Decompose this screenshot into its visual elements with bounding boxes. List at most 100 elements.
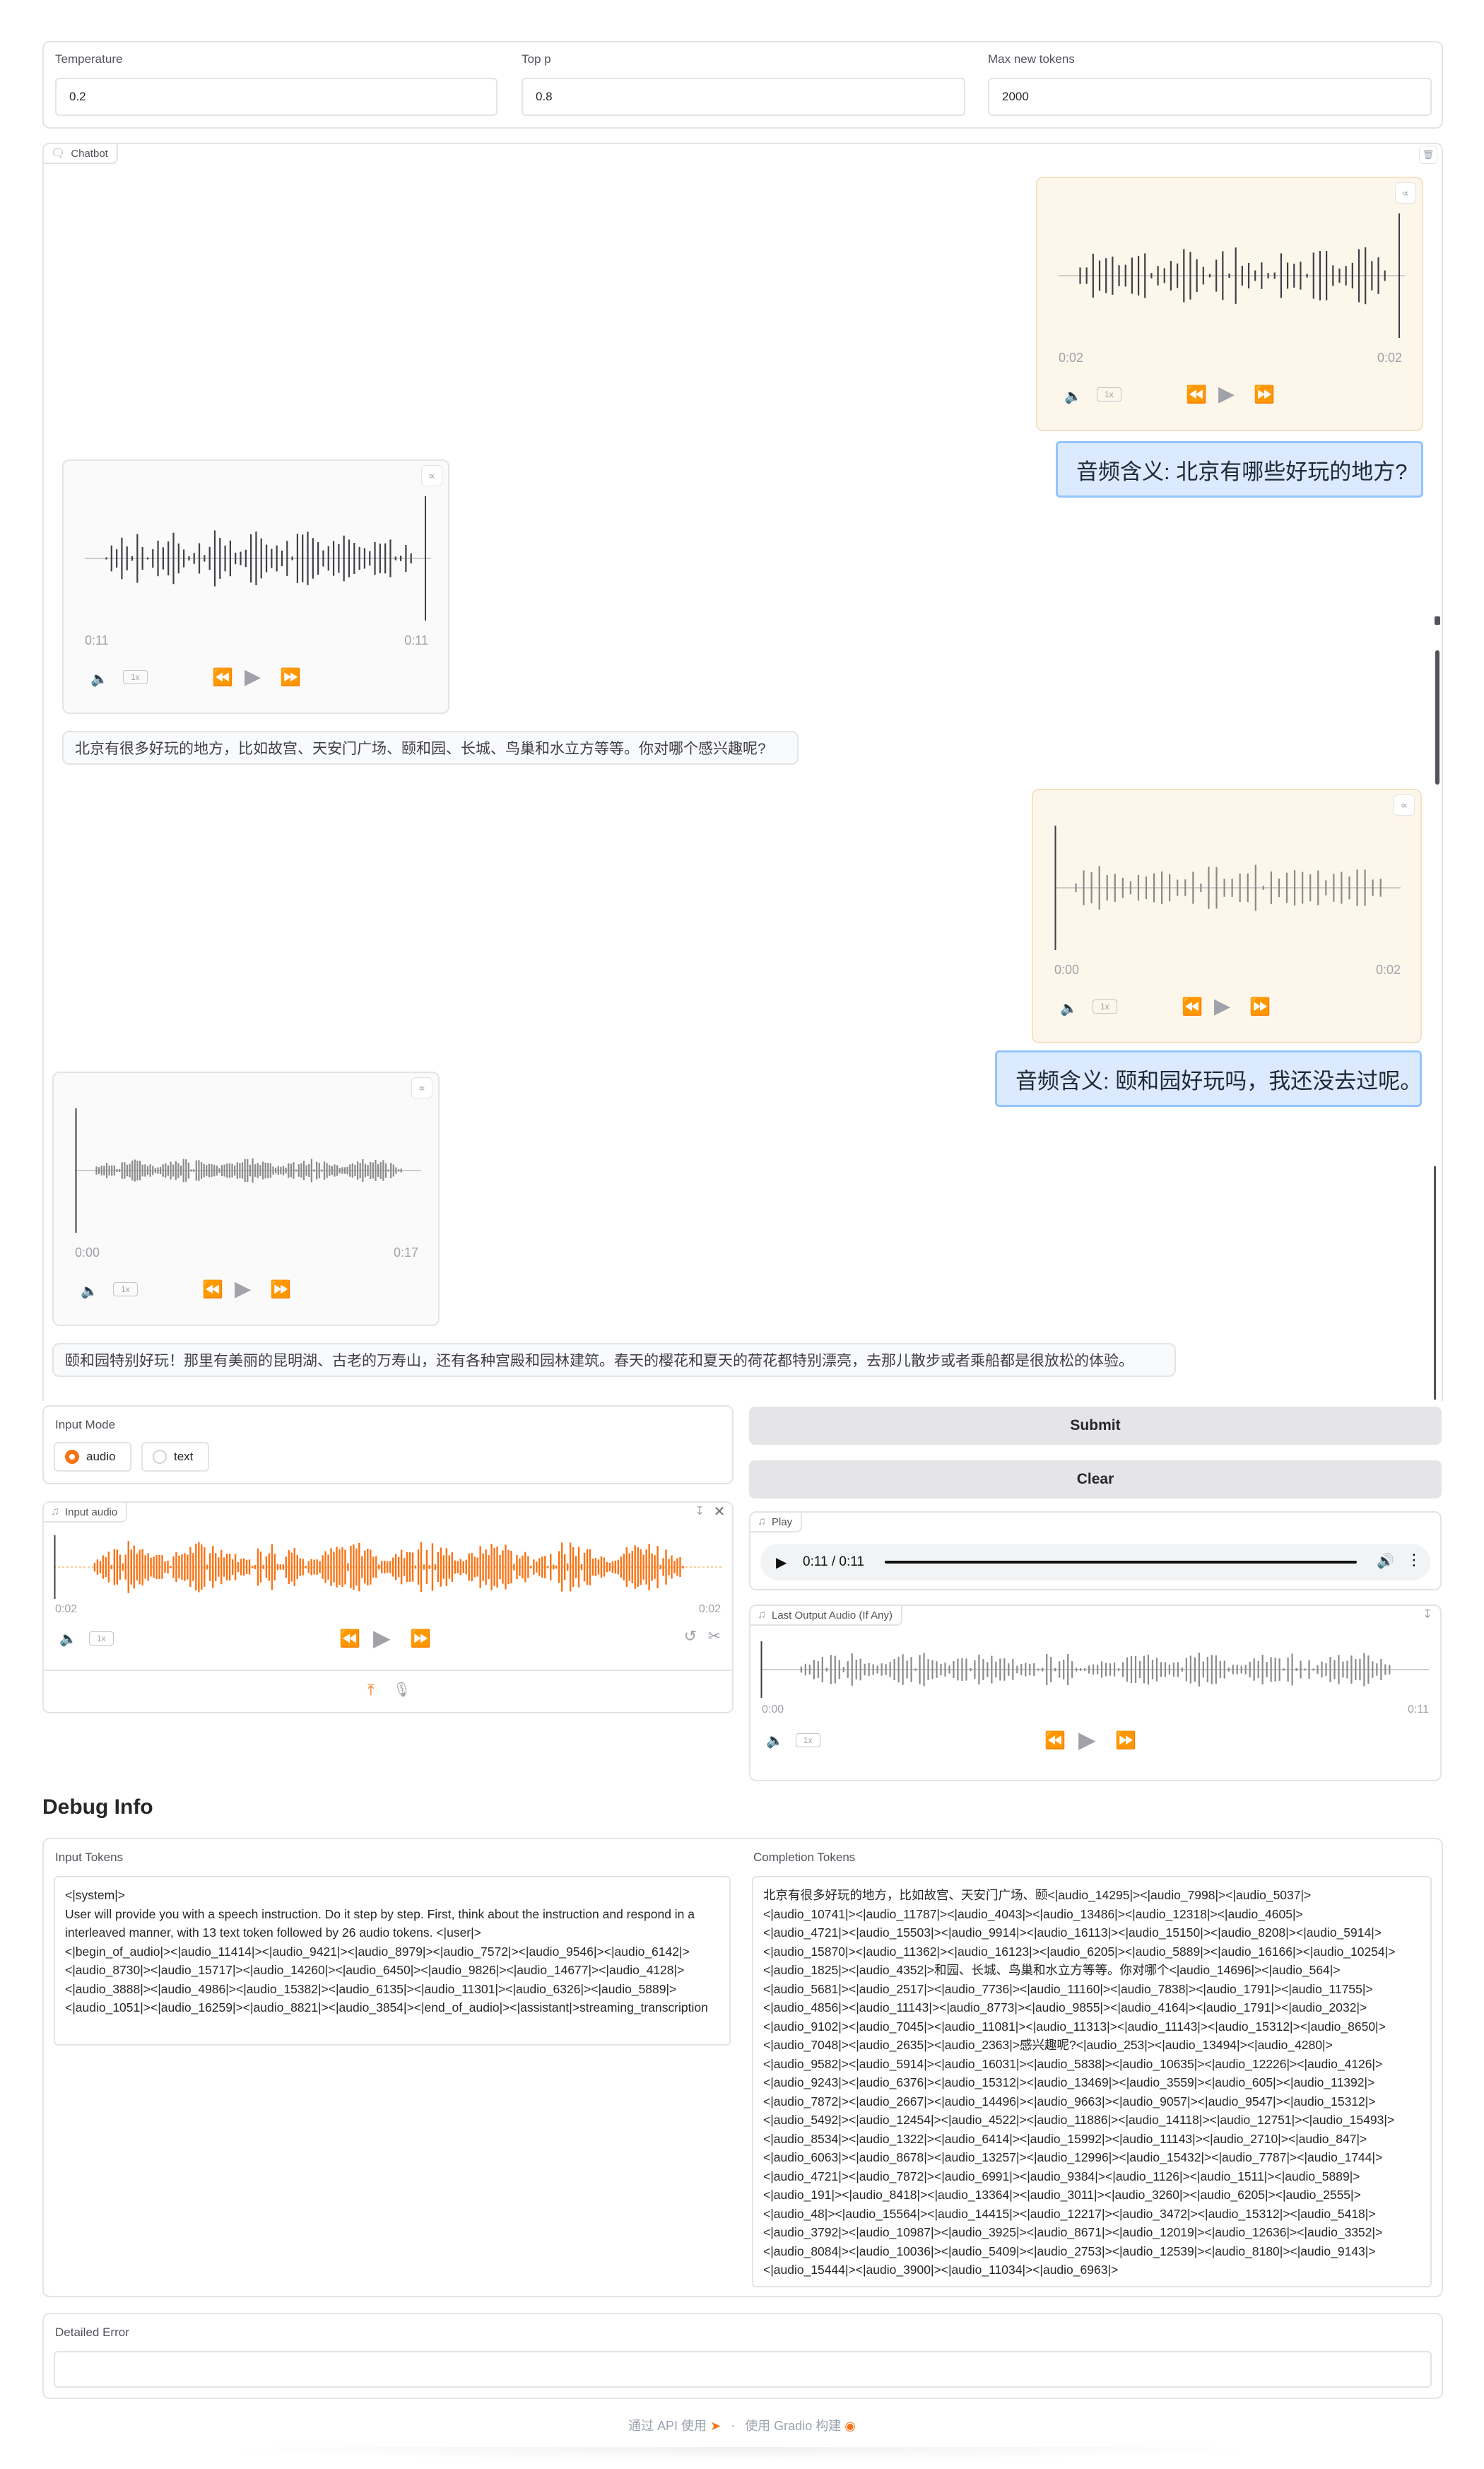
play-icon[interactable]: ▶ [235,1277,251,1301]
more-options-icon[interactable]: ⋮ [1406,1551,1422,1569]
waveform-bar [102,1555,105,1579]
seek-bar[interactable] [885,1561,1357,1564]
waveform-bar [1003,1658,1006,1681]
use-via-api-link[interactable]: 通过 API 使用 ➤ [628,2416,721,2434]
play-icon[interactable]: ▶ [1078,1726,1096,1753]
volume-icon[interactable]: 🔈 [59,1630,77,1648]
waveform-bar [1338,268,1341,283]
chat-scrollbar-thumb[interactable] [1435,650,1439,785]
forward-icon[interactable]: ⏩ [280,667,301,688]
speed-button[interactable]: 1x [1093,999,1117,1014]
upload-icon[interactable]: ⤒ [367,1681,375,1699]
waveform-bar [131,556,134,561]
time-start: 0:02 [55,1603,78,1615]
rewind-icon[interactable]: ⏪ [1186,385,1207,405]
rewind-icon[interactable]: ⏪ [202,1279,223,1300]
play-icon[interactable]: ▶ [373,1624,391,1651]
waveform-bar [204,555,206,562]
speed-button[interactable]: 1x [113,1282,138,1296]
waveform-bar [1008,1663,1010,1676]
waveform-bar [113,1165,115,1176]
undo-icon[interactable]: ↺ [684,1627,697,1646]
audio-player[interactable]: ▶ 0:11 / 0:11 🔊 ⋮ [760,1544,1430,1580]
waveform-bar [99,1561,102,1573]
volume-icon[interactable]: 🔈 [766,1732,784,1749]
waveform-bar [260,538,262,579]
radio-audio[interactable]: audio [54,1442,131,1472]
input-tokens-field[interactable]: <|system|> User will provide you with a … [54,1876,731,2046]
share-icon[interactable]: ∝ [411,1077,432,1098]
waveform-bar [572,1547,575,1588]
share-icon[interactable]: ∝ [421,465,442,486]
rewind-icon[interactable]: ⏪ [1044,1730,1066,1751]
scissors-icon[interactable]: ✂ [708,1627,721,1646]
built-with-gradio-link[interactable]: 使用 Gradio 构建 ◉ [745,2416,856,2434]
download-icon[interactable]: ↧ [691,1504,708,1521]
waveform-bar [1202,1661,1204,1678]
forward-icon[interactable]: ⏩ [1249,997,1271,1017]
microphone-icon[interactable]: 🎙 [393,1681,411,1699]
waveform-bar [310,1559,312,1576]
waveform-bar [276,1564,279,1571]
rewind-icon[interactable]: ⏪ [212,667,233,688]
assistant-audio-message-1: ∝ 0:11 0:11 🔈 1x ⏪ ▶ ⏩ [62,459,449,714]
forward-icon[interactable]: ⏩ [270,1279,291,1300]
completion-tokens-label: Completion Tokens [753,1851,856,1864]
temperature-input[interactable]: 0.2 [55,78,497,116]
waveform-bar [285,1167,287,1174]
waveform-bar [157,1167,159,1174]
forward-icon[interactable]: ⏩ [410,1629,431,1649]
clear-button[interactable]: Clear [749,1460,1442,1499]
play-icon[interactable]: ▶ [776,1554,787,1571]
submit-button[interactable]: Submit [749,1407,1442,1445]
share-icon[interactable]: ∝ [1395,182,1416,204]
volume-icon[interactable]: 🔈 [1064,387,1082,405]
waveform-bar [648,1544,650,1590]
waveform-bar [617,1559,620,1575]
max-new-tokens-input[interactable]: 2000 [988,78,1432,116]
waveform-bar [1342,1661,1344,1678]
play-icon[interactable]: ▶ [1214,994,1230,1019]
waveform-bar [121,537,123,580]
rewind-icon[interactable]: ⏪ [339,1629,360,1649]
play-icon[interactable]: ▶ [245,664,261,689]
speed-button[interactable]: 1x [123,670,148,684]
download-icon[interactable]: ↧ [1419,1607,1436,1624]
chatbot-label: 🗨 Chatbot [44,144,118,164]
waveform-bar [651,1553,653,1581]
play-icon[interactable]: ▶ [1218,382,1235,406]
waveform-bar [296,1554,298,1580]
close-icon[interactable]: ✕ [711,1503,728,1520]
volume-icon[interactable]: 🔈 [81,1282,98,1300]
volume-icon[interactable]: 🔊 [1377,1552,1394,1570]
waveform-bar [589,1549,591,1585]
volume-icon[interactable]: 🔈 [90,670,108,688]
share-icon[interactable]: ∝ [1394,794,1415,816]
speed-button[interactable]: 1x [1097,387,1121,401]
waveform-bar [1016,1665,1018,1674]
waveform-bar [423,1564,425,1570]
speed-button[interactable]: 1x [796,1733,820,1747]
waveform-bar [257,1548,259,1586]
waveform-bar [544,1556,546,1578]
waveform-bar [1376,1663,1378,1676]
completion-tokens-field[interactable]: 北京有很多好玩的地方，比如故宫、天安门广场、颐<|audio_14295|><|… [752,1876,1432,2287]
radio-text[interactable]: text [141,1442,209,1472]
rewind-icon[interactable]: ⏪ [1182,997,1203,1017]
detailed-error-field[interactable] [54,2351,1432,2388]
waveform-bar [183,549,185,568]
waveform-bar [1192,872,1194,904]
waveform-bar [322,550,324,567]
waveform-bar [255,532,257,585]
waveform-bar [1254,270,1256,281]
waveform-bar [1287,1657,1289,1682]
top-p-input[interactable]: 0.8 [522,78,965,116]
time-start: 0:00 [1054,963,1080,977]
volume-icon[interactable]: 🔈 [1060,999,1078,1017]
waveform-bar [510,1550,512,1584]
input-mode-label: Input Mode [55,1418,116,1431]
speed-button[interactable]: 1x [89,1631,114,1646]
forward-icon[interactable]: ⏩ [1115,1730,1136,1751]
forward-icon[interactable]: ⏩ [1254,385,1275,405]
waveform-bar [229,540,232,577]
